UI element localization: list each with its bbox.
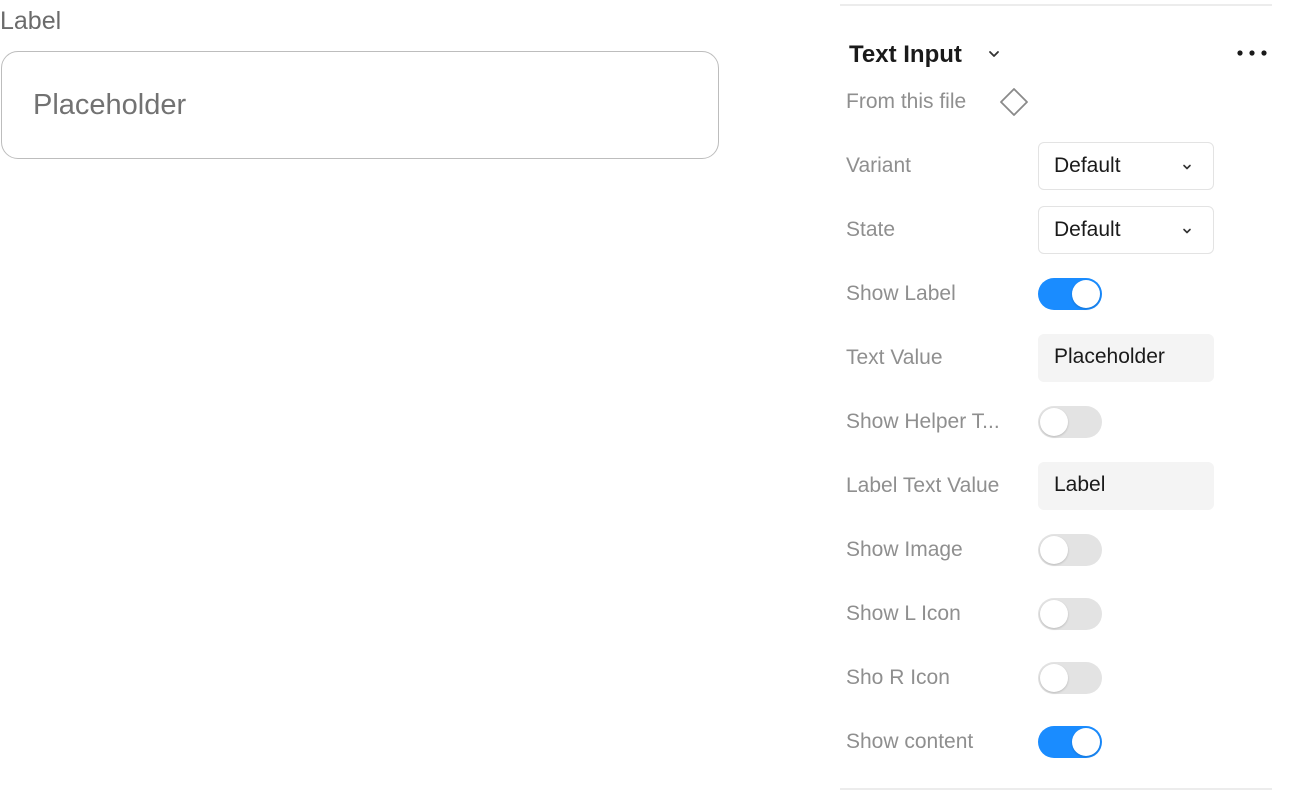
variant-select[interactable]: Default xyxy=(1038,142,1214,190)
show-r-icon-label: Sho R Icon xyxy=(846,666,950,689)
label-text-value-field[interactable]: Label xyxy=(1038,462,1214,510)
label-text-value-value: Label xyxy=(1054,473,1106,496)
text-value-value: Placeholder xyxy=(1054,345,1165,368)
text-value-label: Text Value xyxy=(846,346,943,369)
show-l-icon-label: Show L Icon xyxy=(846,602,961,625)
toggle-knob xyxy=(1040,536,1068,564)
preview-text-input[interactable]: Placeholder xyxy=(1,51,719,159)
preview-field-label: Label xyxy=(0,7,62,35)
toggle-knob xyxy=(1040,600,1068,628)
show-content-toggle[interactable] xyxy=(1038,726,1102,758)
toggle-knob xyxy=(1040,408,1068,436)
toggle-knob xyxy=(1072,280,1100,308)
preview-placeholder: Placeholder xyxy=(33,89,187,121)
label-text-value-label: Label Text Value xyxy=(846,474,1000,497)
show-helper-text-toggle[interactable] xyxy=(1038,406,1102,438)
text-value-field[interactable]: Placeholder xyxy=(1038,334,1214,382)
show-l-icon-toggle[interactable] xyxy=(1038,598,1102,630)
top-divider xyxy=(840,4,1272,6)
show-label-label: Show Label xyxy=(846,282,956,305)
variant-label: Variant xyxy=(846,154,911,177)
component-source: From this file xyxy=(846,90,967,113)
show-label-toggle[interactable] xyxy=(1038,278,1102,310)
state-select[interactable]: Default xyxy=(1038,206,1214,254)
show-content-label: Show content xyxy=(846,730,974,753)
toggle-knob xyxy=(1040,664,1068,692)
more-options-icon[interactable] xyxy=(1235,44,1269,62)
bottom-divider xyxy=(840,788,1272,790)
variant-value: Default xyxy=(1054,154,1121,177)
show-helper-text-label: Show Helper T... xyxy=(846,410,1000,433)
show-r-icon-toggle[interactable] xyxy=(1038,662,1102,694)
toggle-knob xyxy=(1072,728,1100,756)
component-instance-icon[interactable] xyxy=(998,86,1030,118)
show-image-label: Show Image xyxy=(846,538,963,561)
state-value: Default xyxy=(1054,218,1121,241)
state-label: State xyxy=(846,218,896,241)
chevron-down-icon xyxy=(1183,164,1191,170)
chevron-down-icon[interactable] xyxy=(988,50,1000,58)
show-image-toggle[interactable] xyxy=(1038,534,1102,566)
properties-panel: Text Input From this file Variant Defaul… xyxy=(840,0,1272,794)
chevron-down-icon xyxy=(1183,228,1191,234)
component-name[interactable]: Text Input xyxy=(849,40,962,70)
